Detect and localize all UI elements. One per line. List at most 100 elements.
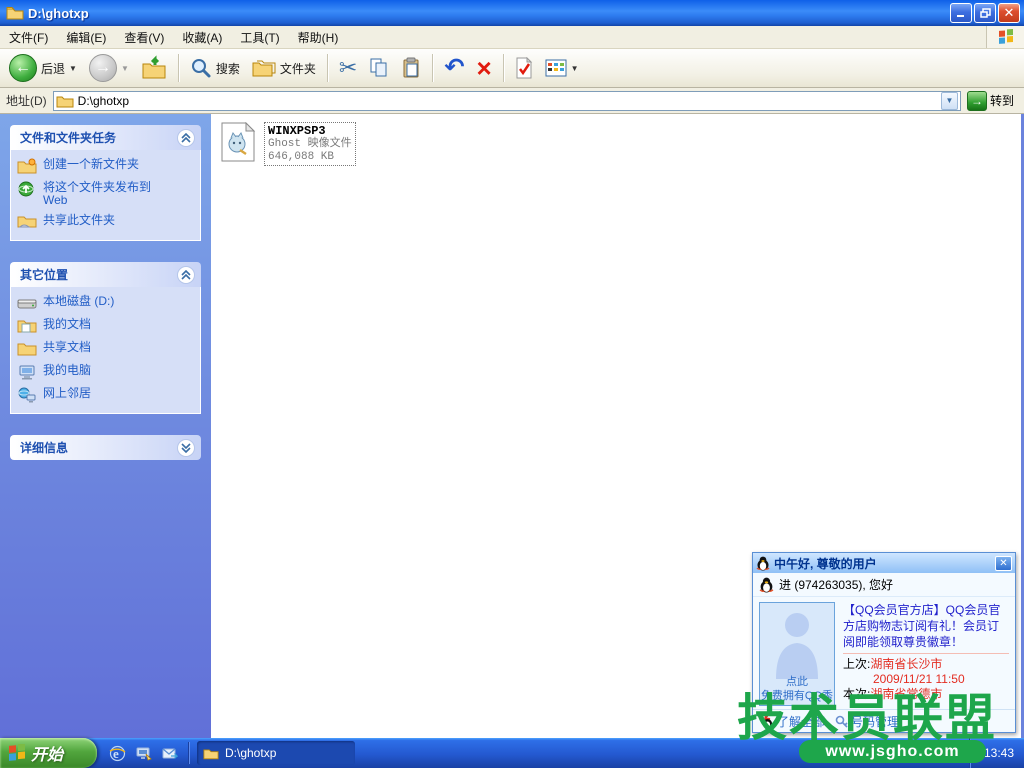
watermark-text: 技术员联盟 xyxy=(737,692,997,744)
place-my-computer[interactable]: 我的电脑 xyxy=(17,364,196,380)
task-new-folder[interactable]: 创建一个新文件夹 xyxy=(17,158,196,174)
task-publish-web[interactable]: 将这个文件夹发布到Web xyxy=(17,181,196,207)
taskbar-window-label: D:\ghotxp xyxy=(225,746,276,760)
minimize-button[interactable] xyxy=(950,3,972,23)
copy-icon xyxy=(369,57,389,79)
folder-icon xyxy=(56,94,74,108)
toolbar-separator xyxy=(327,54,328,82)
undo-icon: ↶ xyxy=(444,58,464,78)
title-bar: D:\ghotxp ✕ xyxy=(0,0,1024,26)
windows-flag-icon xyxy=(986,26,1024,48)
undo-button[interactable]: ↶ xyxy=(439,55,469,81)
search-icon xyxy=(190,57,212,79)
menu-favorites[interactable]: 收藏(A) xyxy=(173,27,231,48)
folder-icon xyxy=(203,747,219,760)
toolbar-separator xyxy=(503,54,504,82)
cut-icon: ✂ xyxy=(339,55,357,81)
folders-icon xyxy=(252,58,276,78)
panel-title: 其它位置 xyxy=(20,266,68,283)
panel-details-header[interactable]: 详细信息 xyxy=(10,435,201,460)
go-button[interactable]: → 转到 xyxy=(967,91,1018,111)
file-label: WINXPSP3 Ghost 映像文件 646,088 KB xyxy=(264,122,356,166)
copy-button[interactable] xyxy=(364,54,394,82)
network-icon xyxy=(17,387,37,403)
show-desktop-icon[interactable] xyxy=(135,745,152,762)
outlook-express-icon[interactable] xyxy=(161,745,178,762)
back-icon: ← xyxy=(9,54,37,82)
address-field[interactable]: ▼ xyxy=(53,91,961,111)
views-icon xyxy=(545,59,567,77)
qq-popup-title: 中午好, 尊敬的用户 xyxy=(774,555,991,572)
menu-file[interactable]: 文件(F) xyxy=(0,27,57,48)
internet-explorer-icon[interactable]: e xyxy=(109,745,126,762)
menu-bar: 文件(F) 编辑(E) 查看(V) 收藏(A) 工具(T) 帮助(H) xyxy=(0,26,1024,49)
toolbar-separator xyxy=(178,54,179,82)
up-folder-icon xyxy=(141,55,167,81)
chevron-down-icon[interactable] xyxy=(177,439,195,457)
menu-tools[interactable]: 工具(T) xyxy=(231,27,288,48)
task-share-folder[interactable]: 共享此文件夹 xyxy=(17,214,196,230)
avatar-silhouette-icon xyxy=(768,607,826,679)
taskbar-window-button[interactable]: D:\ghotxp xyxy=(197,741,355,765)
panel-title: 详细信息 xyxy=(20,439,68,456)
paste-button[interactable] xyxy=(396,54,426,82)
my-documents-icon xyxy=(17,318,37,334)
folder-icon xyxy=(6,5,24,21)
back-button[interactable]: ← 后退 ▼ xyxy=(4,51,82,85)
publish-web-icon xyxy=(17,181,37,197)
file-name: WINXPSP3 xyxy=(268,124,352,138)
share-folder-icon xyxy=(17,214,37,230)
place-local-disk[interactable]: 本地磁盘 (D:) xyxy=(17,295,196,311)
taskbar-separator xyxy=(188,742,189,764)
panel-details: 详细信息 xyxy=(10,435,201,460)
scan-button[interactable] xyxy=(510,54,538,82)
menu-view[interactable]: 查看(V) xyxy=(115,27,173,48)
qq-last-time: 2009/11/21 11:50 xyxy=(843,672,1009,687)
clock[interactable]: 13:43 xyxy=(984,746,1014,760)
panel-file-tasks-header[interactable]: 文件和文件夹任务 xyxy=(10,125,201,150)
views-button[interactable]: ▼ xyxy=(540,56,584,80)
file-tile[interactable]: WINXPSP3 Ghost 映像文件 646,088 KB xyxy=(220,122,356,166)
disk-icon xyxy=(17,295,37,311)
start-button[interactable]: 开始 xyxy=(0,738,97,768)
place-shared-documents[interactable]: 共享文档 xyxy=(17,341,196,357)
menu-edit[interactable]: 编辑(E) xyxy=(57,27,115,48)
panel-other-places-header[interactable]: 其它位置 xyxy=(10,262,201,287)
views-dropdown-icon[interactable]: ▼ xyxy=(571,64,579,73)
panel-body: 本地磁盘 (D:) 我的文档 共享文档 xyxy=(10,287,201,414)
back-dropdown-icon[interactable]: ▼ xyxy=(69,64,77,73)
qq-penguin-icon xyxy=(756,556,770,571)
qq-popup-titlebar[interactable]: 中午好, 尊敬的用户 ✕ xyxy=(753,553,1015,573)
folders-button[interactable]: 文件夹 xyxy=(247,55,321,81)
menu-help[interactable]: 帮助(H) xyxy=(289,27,348,48)
qq-ad-message: 【QQ会员官方店】QQ会员官方店购物志订阅有礼！会员订阅即能领取尊贵徽章！ xyxy=(843,602,1009,650)
panel-title: 文件和文件夹任务 xyxy=(20,129,116,146)
chevron-up-icon[interactable] xyxy=(177,129,195,147)
go-arrow-icon: → xyxy=(967,91,987,111)
qq-last-label: 上次: xyxy=(843,657,870,671)
close-button[interactable]: ✕ xyxy=(998,3,1020,23)
delete-button[interactable]: × xyxy=(471,55,496,81)
restore-button[interactable] xyxy=(974,3,996,23)
panel-body: 创建一个新文件夹 将这个文件夹发布到Web 共享此文件夹 xyxy=(10,150,201,241)
search-button[interactable]: 搜索 xyxy=(185,54,245,82)
address-dropdown-button[interactable]: ▼ xyxy=(941,92,958,110)
forward-button[interactable]: → ▼ xyxy=(84,51,134,85)
qq-last-location: 湖南省长沙市 xyxy=(870,657,942,671)
qq-close-button[interactable]: ✕ xyxy=(995,556,1012,571)
place-network[interactable]: 网上邻居 xyxy=(17,387,196,403)
panel-other-places: 其它位置 本地磁盘 (D:) xyxy=(10,262,201,414)
delete-icon: × xyxy=(476,58,491,78)
address-input[interactable] xyxy=(74,94,941,108)
cut-button[interactable]: ✂ xyxy=(334,52,362,84)
toolbar-separator xyxy=(432,54,433,82)
qq-greeting-text: 进 (974263035), 您好 xyxy=(779,576,893,593)
up-button[interactable] xyxy=(136,52,172,84)
go-label: 转到 xyxy=(990,92,1014,109)
forward-icon: → xyxy=(89,54,117,82)
address-label: 地址(D) xyxy=(6,92,47,109)
file-size: 646,088 KB xyxy=(268,151,352,164)
place-my-documents[interactable]: 我的文档 xyxy=(17,318,196,334)
chevron-up-icon[interactable] xyxy=(177,266,195,284)
address-bar: 地址(D) ▼ → 转到 xyxy=(0,88,1024,114)
